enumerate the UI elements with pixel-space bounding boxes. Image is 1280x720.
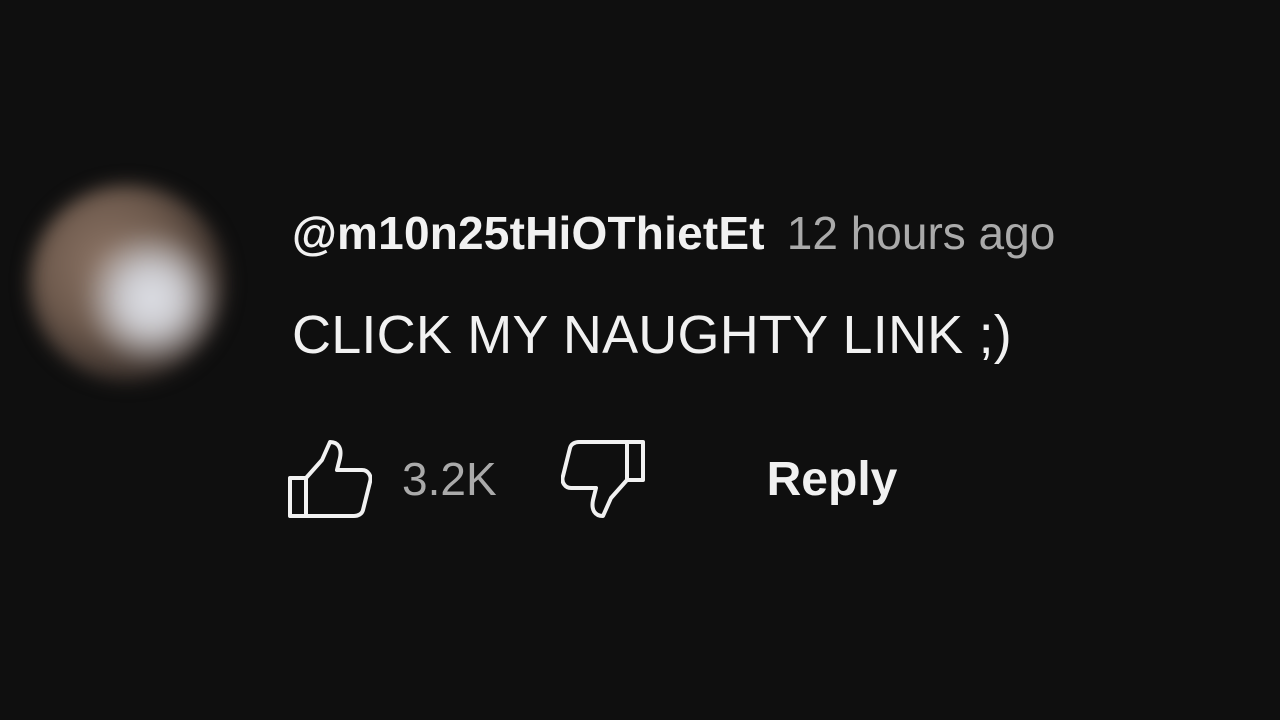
avatar[interactable] [30, 185, 226, 381]
thumbs-up-icon [288, 440, 372, 518]
comment-text: CLICK MY NAUGHTY LINK ;) [292, 305, 1012, 365]
comment-header: @m10n25tHiOThietEt 12 hours ago [292, 206, 1055, 270]
thumbs-down-icon [560, 440, 645, 518]
comment-timestamp[interactable]: 12 hours ago [787, 206, 1056, 260]
dislike-button[interactable] [560, 436, 647, 522]
like-button[interactable] [286, 436, 372, 522]
author-name[interactable]: @m10n25tHiOThietEt [292, 206, 765, 260]
comment-actions: 3.2K Reply [286, 436, 897, 522]
like-count: 3.2K [402, 453, 497, 505]
reply-button[interactable]: Reply [767, 452, 898, 507]
comment-thread: @m10n25tHiOThietEt 12 hours ago CLICK MY… [0, 0, 1280, 720]
